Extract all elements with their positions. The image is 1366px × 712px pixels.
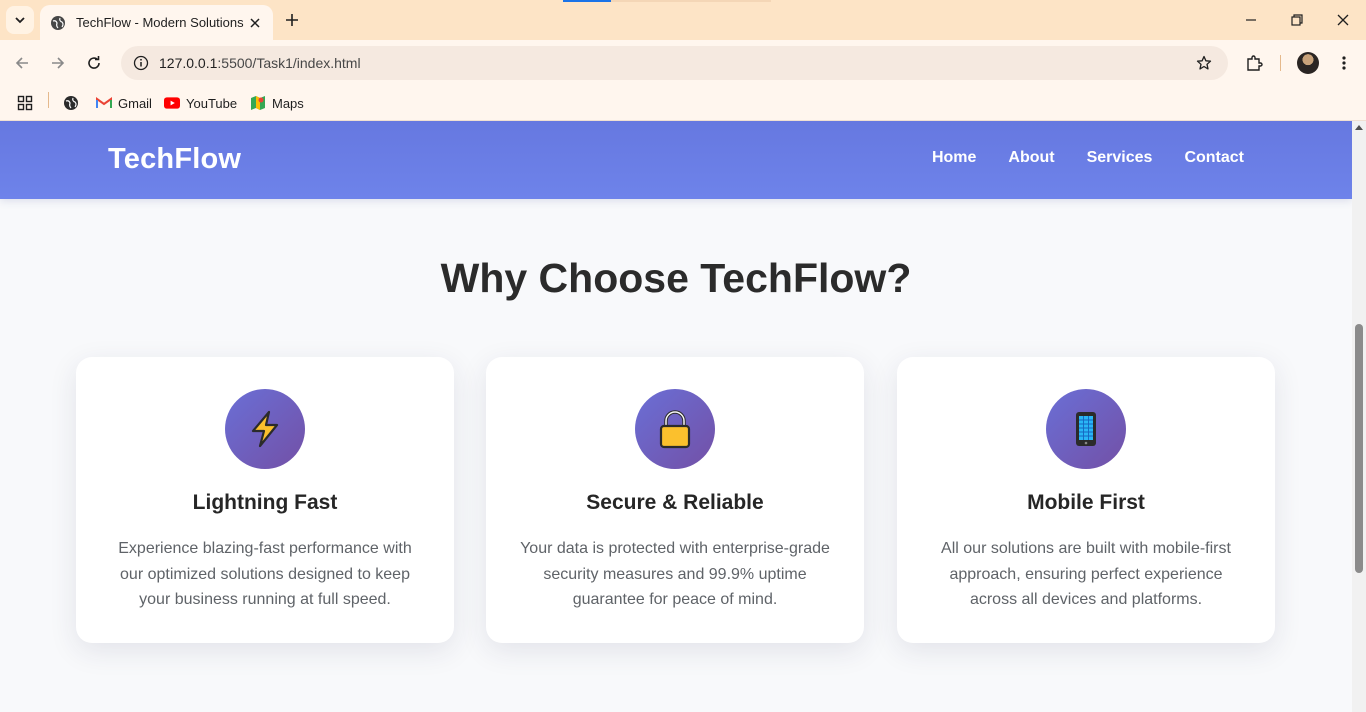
nav-link-contact[interactable]: Contact [1184,149,1244,167]
bookmark-maps[interactable]: Maps [250,92,304,114]
tab-strip: TechFlow - Modern Solutions [0,0,1366,40]
bookmarks-bar: Gmail YouTube Maps [0,86,1366,121]
site-logo[interactable]: TechFlow [108,143,241,176]
feature-icon-circle [225,389,305,469]
site-navbar: TechFlow Home About Services Contact [0,121,1352,199]
scroll-up-arrow-icon[interactable] [1355,125,1363,130]
url-path: :5500/Task1/index.html [217,55,361,71]
close-icon [1337,14,1349,26]
reload-button[interactable] [80,49,108,77]
extensions-button[interactable] [1240,49,1268,77]
bookmark-globe[interactable] [63,92,85,114]
apps-button[interactable] [17,92,39,114]
restore-button[interactable] [1274,0,1320,40]
url-host: 127.0.0.1 [159,55,218,71]
reload-icon [88,56,100,69]
tab-hover-indicator [563,0,611,2]
arrow-left-icon [15,57,28,69]
gmail-icon [96,95,112,111]
menu-button[interactable] [1330,49,1358,77]
feature-description: Experience blazing-fast performance with… [118,540,412,608]
scrollbar-thumb[interactable] [1355,324,1363,573]
feature-title: Mobile First [1027,491,1145,514]
close-window-button[interactable] [1320,0,1366,40]
profile-avatar[interactable] [1297,52,1319,74]
maps-icon [250,95,266,111]
globe-icon [63,95,79,111]
page-scrollbar[interactable] [1352,121,1366,712]
toolbar-divider [1280,55,1281,71]
page-viewport: TechFlow Home About Services Contact Why… [0,121,1352,712]
minimize-button[interactable] [1228,0,1274,40]
feature-description: Your data is protected with enterprise-g… [520,540,830,608]
lock-icon [659,410,691,449]
arrow-right-icon [52,57,65,69]
mobile-phone-icon [1076,412,1096,446]
bookmark-star-icon[interactable] [1194,53,1214,73]
youtube-icon [164,95,180,111]
restore-icon [1291,14,1303,26]
browser-toolbar: 127.0.0.1:5500/Task1/index.html [0,40,1366,86]
bookmark-youtube[interactable]: YouTube [164,92,237,114]
bookmark-label: Gmail [118,95,152,111]
back-button[interactable] [8,49,36,77]
puzzle-icon [1247,55,1263,71]
nav-link-home[interactable]: Home [932,149,976,167]
section-title: Why Choose TechFlow? [440,255,912,301]
chevron-down-icon [15,17,25,24]
new-tab-button[interactable] [281,9,303,31]
close-tab-icon[interactable] [247,15,263,31]
tab-hover-indicator-track [611,0,771,2]
feature-title: Secure & Reliable [586,491,764,514]
globe-icon [50,15,66,31]
address-bar[interactable]: 127.0.0.1:5500/Task1/index.html [121,46,1228,80]
browser-tab[interactable]: TechFlow - Modern Solutions [40,5,273,40]
forward-button[interactable] [44,49,72,77]
feature-card-mobile: Mobile First All our solutions are built… [897,357,1275,643]
feature-icon-circle [1046,389,1126,469]
feature-description: All our solutions are built with mobile-… [941,540,1231,608]
more-vertical-icon [1342,56,1346,70]
site-info-icon[interactable] [131,53,151,73]
url-text: 127.0.0.1:5500/Task1/index.html [159,55,361,71]
minimize-icon [1246,19,1256,21]
lightning-icon [251,410,279,448]
bookmarks-divider [48,92,49,108]
bookmark-label: Maps [272,95,304,111]
plus-icon [286,14,298,26]
feature-title: Lightning Fast [192,491,338,514]
feature-card-security: Secure & Reliable Your data is protected… [486,357,864,643]
main-nav: Home About Services Contact [932,149,1244,167]
nav-link-services[interactable]: Services [1087,149,1153,167]
feature-card-speed: Lightning Fast Experience blazing-fast p… [76,357,454,643]
bookmark-label: YouTube [186,95,238,111]
apps-grid-icon [17,95,33,111]
tab-title: TechFlow - Modern Solutions [76,15,244,30]
nav-link-about[interactable]: About [1008,149,1054,167]
feature-icon-circle [635,389,715,469]
tab-search-button[interactable] [6,6,34,34]
bookmark-gmail[interactable]: Gmail [96,92,152,114]
